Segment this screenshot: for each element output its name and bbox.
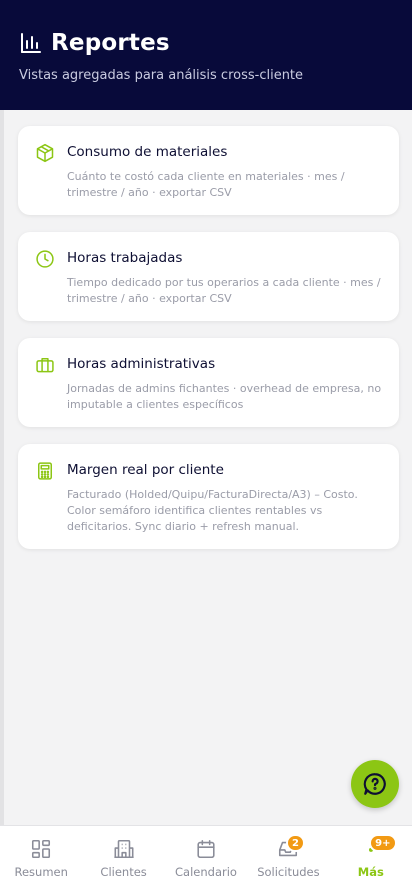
report-list: Consumo de materiales Cuánto te costó ca… bbox=[18, 126, 399, 566]
report-card-title: Margen real por cliente bbox=[67, 462, 224, 478]
nav-item-mas[interactable]: 9+ Más bbox=[330, 826, 412, 885]
report-card-title: Horas trabajadas bbox=[67, 250, 183, 266]
page-header: Reportes Vistas agregadas para análisis … bbox=[0, 0, 412, 110]
chat-help-icon bbox=[362, 771, 388, 797]
report-card-description: Cuánto te costó cada cliente en material… bbox=[67, 170, 345, 199]
header-title-row: Reportes bbox=[19, 30, 170, 56]
nav-label: Clientes bbox=[100, 865, 147, 879]
report-card-description: Jornadas de admins fichantes · overhead … bbox=[67, 382, 382, 411]
nav-item-resumen[interactable]: Resumen bbox=[0, 826, 82, 885]
bottom-navigation: Resumen Clientes Calendario 2 Solicitude… bbox=[0, 825, 412, 885]
nav-item-calendario[interactable]: Calendario bbox=[165, 826, 247, 885]
dashboard-icon bbox=[30, 838, 52, 860]
report-card-admin-hours[interactable]: Horas administrativas Jornadas de admins… bbox=[18, 338, 399, 427]
nav-label: Más bbox=[357, 865, 384, 879]
page-title: Reportes bbox=[51, 30, 170, 56]
nav-label: Calendario bbox=[175, 865, 237, 879]
notification-badge: 9+ bbox=[369, 834, 397, 852]
calculator-icon bbox=[35, 461, 57, 483]
briefcase-icon bbox=[35, 355, 57, 377]
notification-badge: 2 bbox=[285, 834, 305, 852]
report-card-margin[interactable]: Margen real por cliente Facturado (Holde… bbox=[18, 444, 399, 549]
building-icon bbox=[113, 838, 135, 860]
report-card-hours-worked[interactable]: Horas trabajadas Tiempo dedicado por tus… bbox=[18, 232, 399, 321]
report-card-title: Consumo de materiales bbox=[67, 144, 228, 160]
nav-label: Solicitudes bbox=[257, 865, 320, 879]
page-subtitle: Vistas agregadas para análisis cross-cli… bbox=[19, 68, 304, 83]
nav-item-clientes[interactable]: Clientes bbox=[82, 826, 164, 885]
clock-icon bbox=[35, 249, 57, 271]
report-card-materials[interactable]: Consumo de materiales Cuánto te costó ca… bbox=[18, 126, 399, 215]
left-edge-divider bbox=[0, 0, 4, 885]
nav-label: Resumen bbox=[14, 865, 68, 879]
report-card-description: Facturado (Holded/Quipu/FacturaDirecta/A… bbox=[67, 488, 358, 533]
report-card-title: Horas administrativas bbox=[67, 356, 216, 372]
help-chat-button[interactable] bbox=[351, 760, 399, 808]
box-icon bbox=[35, 143, 57, 165]
bar-chart-icon bbox=[19, 31, 43, 55]
calendar-icon bbox=[195, 838, 217, 860]
report-card-description: Tiempo dedicado por tus operarios a cada… bbox=[67, 276, 381, 305]
nav-item-solicitudes[interactable]: 2 Solicitudes bbox=[247, 826, 329, 885]
